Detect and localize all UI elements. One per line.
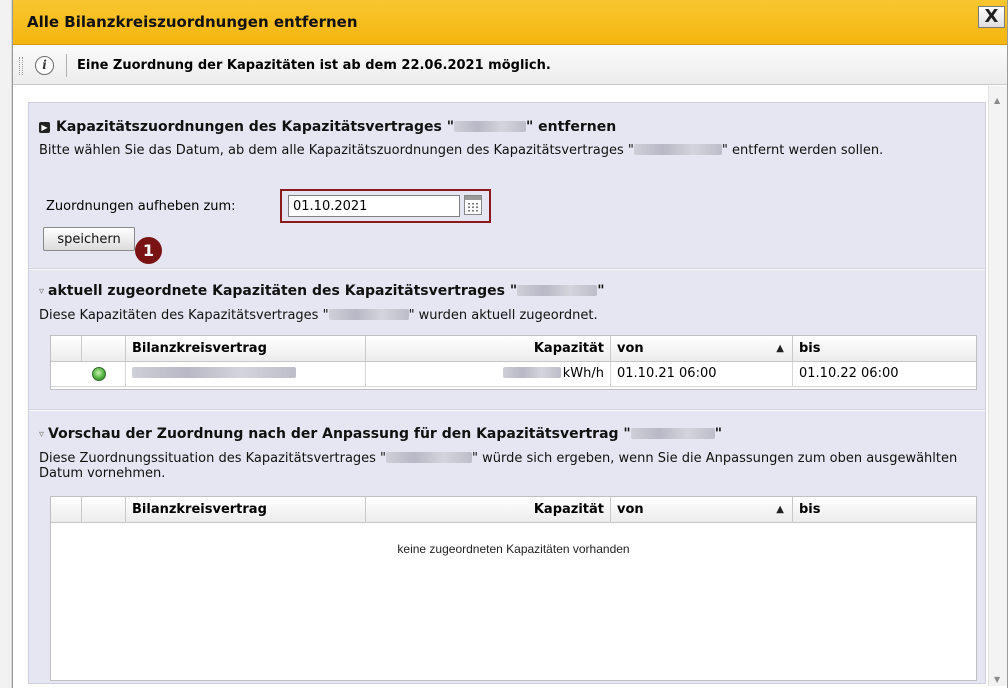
table-header: Bilanzkreisvertrag Kapazität von ▲ bis — [51, 497, 976, 523]
sort-ascending-icon[interactable]: ▲ — [776, 336, 784, 361]
redacted-contract-id — [517, 285, 598, 296]
redacted-value — [132, 367, 296, 378]
redacted-contract-id — [386, 452, 473, 463]
section-remove-description: Bitte wählen Sie das Datum, ab dem alle … — [39, 143, 884, 158]
section-preview-description: Diese Zuordnungssituation des Kapazitäts… — [39, 451, 958, 481]
date-field-highlight — [280, 189, 491, 223]
column-header-bilanzkreisvertrag[interactable]: Bilanzkreisvertrag — [125, 336, 365, 362]
column-header-von[interactable]: von ▲ — [610, 336, 792, 362]
cell-bis: 01.10.22 06:00 — [792, 362, 976, 387]
info-icon: i — [35, 56, 54, 75]
dialog-titlebar: Alle Bilanzkreiszuordnungen entfernen X — [13, 0, 1007, 45]
column-header-kapazitaet[interactable]: Kapazität — [365, 336, 610, 362]
current-capacities-table: Bilanzkreisvertrag Kapazität von ▲ bis kW… — [50, 335, 977, 390]
column-header-bis[interactable]: bis — [792, 336, 976, 362]
preview-capacities-table: Bilanzkreisvertrag Kapazität von ▲ bis ke… — [50, 496, 977, 681]
redacted-contract-id — [633, 144, 722, 155]
toolbar-grip — [19, 57, 23, 75]
section-current-title: ▿ aktuell zugeordnete Kapazitäten des Kap… — [39, 283, 605, 299]
collapse-arrow-icon[interactable]: ▿ — [39, 429, 44, 440]
vertical-scrollbar[interactable]: ▲ ▼ — [988, 86, 1007, 686]
save-button[interactable]: speichern — [43, 227, 135, 251]
column-header-indicator — [81, 497, 125, 523]
table-row[interactable]: kWh/h 01.10.21 06:00 01.10.22 06:00 — [51, 362, 976, 387]
background-page-strip — [0, 0, 12, 688]
toolbar-separator — [66, 54, 67, 77]
step-marker-badge: 1 — [135, 237, 162, 264]
sort-ascending-icon[interactable]: ▲ — [776, 497, 784, 522]
column-header-bilanzkreisvertrag[interactable]: Bilanzkreisvertrag — [125, 497, 365, 523]
redacted-contract-id — [630, 428, 715, 439]
cell-kapazitaet: kWh/h — [365, 362, 610, 387]
column-header-status — [51, 497, 81, 523]
dialog-content: ▶ Kapazitätszuordnungen des Kapazitätsver… — [28, 102, 986, 684]
info-bar: i Eine Zuordnung der Kapazitäten ist ab … — [13, 45, 1007, 85]
status-active-icon — [92, 367, 106, 381]
empty-table-message: keine zugeordneten Kapazitäten vorhanden — [397, 542, 630, 556]
section-remove-title: ▶ Kapazitätszuordnungen des Kapazitätsver… — [39, 119, 616, 135]
cell-von: 01.10.21 06:00 — [610, 362, 792, 387]
column-header-von[interactable]: von ▲ — [610, 497, 792, 523]
collapse-arrow-icon[interactable]: ▿ — [39, 286, 44, 297]
scroll-down-arrow-icon[interactable]: ▼ — [994, 675, 1000, 684]
info-message: Eine Zuordnung der Kapazitäten ist ab de… — [77, 58, 551, 73]
cell-bilanzkreisvertrag — [125, 362, 365, 387]
scroll-up-arrow-icon[interactable]: ▲ — [994, 96, 1000, 105]
redacted-contract-id — [328, 309, 409, 320]
calendar-icon[interactable] — [464, 195, 482, 215]
removal-date-input[interactable] — [288, 195, 460, 217]
date-field-label: Zuordnungen aufheben zum: — [46, 199, 236, 214]
close-button[interactable]: X — [978, 6, 1005, 28]
expand-arrow-icon[interactable]: ▶ — [39, 122, 50, 133]
dialog-title: Alle Bilanzkreiszuordnungen entfernen — [27, 13, 358, 31]
column-header-bis[interactable]: bis — [792, 497, 976, 523]
table-header: Bilanzkreisvertrag Kapazität von ▲ bis — [51, 336, 976, 362]
column-header-kapazitaet[interactable]: Kapazität — [365, 497, 610, 523]
column-header-status — [51, 336, 81, 362]
section-divider — [29, 268, 985, 270]
redacted-value — [502, 367, 561, 378]
section-divider — [29, 409, 985, 411]
section-preview-title: ▿ Vorschau der Zuordnung nach der Anpassu… — [39, 426, 723, 442]
column-header-indicator — [81, 336, 125, 362]
redacted-contract-id — [453, 121, 526, 132]
section-current-description: Diese Kapazitäten des Kapazitätsvertrage… — [39, 308, 598, 323]
dialog: Alle Bilanzkreiszuordnungen entfernen X … — [12, 0, 1008, 688]
